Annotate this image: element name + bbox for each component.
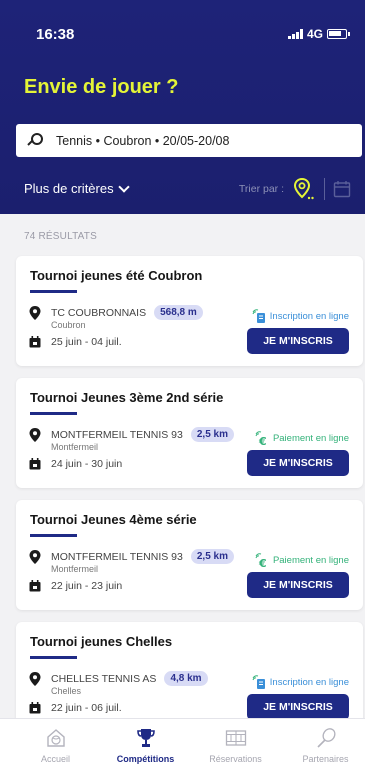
calendar-icon — [29, 336, 41, 348]
search-icon — [27, 132, 46, 150]
distance-badge: 4,8 km — [164, 671, 208, 686]
more-criteria-button[interactable]: Plus de critères — [24, 180, 130, 196]
trophy-icon — [136, 729, 155, 747]
euro-icon: € — [255, 431, 267, 446]
header: 16:38 4G Envie de jouer ? Tennis • Coubr… — [0, 0, 365, 214]
club-city: Chelles — [51, 686, 82, 696]
title-underline — [30, 290, 77, 293]
online-payment: € Paiement en ligne — [255, 430, 349, 446]
location-pin-icon — [29, 428, 41, 442]
court-icon — [225, 730, 246, 746]
tournament-card[interactable]: Tournoi jeunes été Coubron TC COUBRONNAI… — [16, 256, 363, 366]
club-info: MONTFERMEIL TENNIS 93 2,5 km — [51, 427, 234, 442]
register-button[interactable]: JE M'INSCRIS — [247, 572, 349, 598]
club-name: CHELLES TENNIS AS — [51, 672, 157, 685]
bottom-tab-bar: Accueil Compétitions Réservations Parten… — [0, 718, 365, 777]
tab-competitions[interactable]: Compétitions — [100, 727, 191, 764]
online-registration: Inscription en ligne — [252, 308, 349, 324]
sort-label: Trier par : — [238, 183, 284, 195]
tab-reservations[interactable]: Réservations — [190, 727, 281, 764]
payment-label: Paiement en ligne — [272, 554, 349, 566]
svg-text:€: € — [258, 557, 267, 568]
club-info: MONTFERMEIL TENNIS 93 2,5 km — [51, 549, 234, 564]
home-tennis-icon — [46, 729, 65, 747]
tournament-title: Tournoi jeunes été Coubron — [30, 268, 203, 283]
tournament-title: Tournoi Jeunes 4ème série — [30, 512, 197, 527]
search-bar[interactable]: Tennis • Coubron • 20/05-20/08 — [16, 124, 362, 157]
calendar-icon — [29, 458, 41, 470]
club-city: Coubron — [51, 320, 86, 330]
club-info: CHELLES TENNIS AS 4,8 km — [51, 671, 208, 686]
more-criteria-label: Plus de critères — [24, 181, 114, 196]
club-name: MONTFERMEIL TENNIS 93 — [51, 550, 183, 563]
search-summary: Tennis • Coubron • 20/05-20/08 — [56, 133, 230, 148]
title-underline — [30, 656, 77, 659]
online-document-icon — [252, 309, 265, 323]
payment-label: Inscription en ligne — [269, 310, 349, 322]
club-name: MONTFERMEIL TENNIS 93 — [51, 428, 183, 441]
register-button[interactable]: JE M'INSCRIS — [247, 450, 349, 476]
results-count: 74 RÉSULTATS — [24, 231, 97, 242]
tournament-card[interactable]: Tournoi Jeunes 4ème série MONTFERMEIL TE… — [16, 500, 363, 610]
title-underline — [30, 412, 77, 415]
location-pin-icon — [29, 550, 41, 564]
tab-label: Compétitions — [116, 754, 175, 764]
calendar-icon — [29, 702, 41, 714]
tab-partenaires[interactable]: Partenaires — [280, 727, 365, 764]
register-button[interactable]: JE M'INSCRIS — [247, 328, 349, 354]
racket-icon — [316, 728, 335, 748]
online-payment: € Paiement en ligne — [255, 552, 349, 568]
online-registration: Inscription en ligne — [252, 674, 349, 690]
tournament-dates: 22 juin - 23 juin — [51, 580, 123, 592]
club-city: Montfermeil — [51, 564, 99, 574]
location-pin-icon — [29, 672, 41, 686]
distance-badge: 2,5 km — [190, 427, 234, 442]
page-title: Envie de jouer ? — [24, 76, 179, 98]
battery-icon — [327, 29, 350, 39]
tournament-title: Tournoi jeunes Chelles — [30, 634, 173, 649]
sort-date-calendar-icon[interactable] — [333, 180, 351, 198]
status-indicators: 4G — [287, 27, 350, 41]
tournament-card[interactable]: Tournoi jeunes Chelles CHELLES TENNIS AS… — [16, 622, 363, 732]
calendar-icon — [29, 580, 41, 592]
tab-label: Partenaires — [302, 754, 349, 764]
euro-icon: € — [255, 553, 267, 568]
distance-badge: 2,5 km — [190, 549, 234, 564]
payment-label: Paiement en ligne — [272, 432, 349, 444]
club-info: TC COUBRONNAIS 568,8 m — [51, 305, 203, 320]
club-name: TC COUBRONNAIS — [51, 306, 147, 319]
payment-label: Inscription en ligne — [269, 676, 349, 688]
club-city: Montfermeil — [51, 442, 99, 452]
tournament-dates: 25 juin - 04 juil. — [51, 336, 122, 348]
sort-controls: Trier par : — [239, 177, 351, 201]
status-time: 16:38 — [36, 26, 75, 43]
tournament-card[interactable]: Tournoi Jeunes 3ème 2nd série MONTFERMEI… — [16, 378, 363, 488]
tournament-title: Tournoi Jeunes 3ème 2nd série — [30, 390, 224, 405]
location-pin-icon — [29, 306, 41, 320]
online-document-icon — [252, 675, 265, 689]
svg-text:€: € — [258, 435, 267, 446]
chevron-down-icon — [117, 180, 130, 193]
tab-label: Accueil — [40, 754, 70, 764]
sort-divider — [324, 178, 325, 200]
tournament-dates: 24 juin - 30 juin — [51, 458, 123, 470]
register-button[interactable]: JE M'INSCRIS — [247, 694, 349, 720]
network-label: 4G — [306, 27, 323, 41]
tab-accueil[interactable]: Accueil — [10, 727, 101, 764]
signal-icon — [287, 29, 303, 39]
distance-badge: 568,8 m — [154, 305, 203, 320]
title-underline — [30, 534, 77, 537]
tournament-dates: 22 juin - 06 juil. — [51, 702, 122, 714]
tab-label: Réservations — [209, 754, 262, 764]
sort-distance-pin-icon[interactable] — [292, 177, 316, 201]
